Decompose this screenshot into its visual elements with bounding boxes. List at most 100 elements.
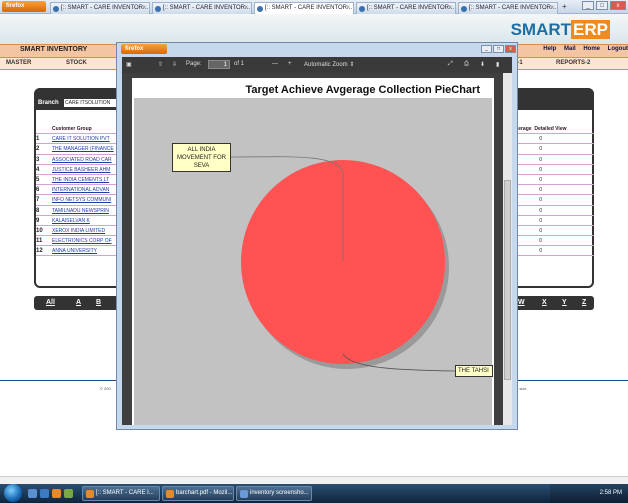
chart-title: Target Achieve Avgerage Collection PieCh… xyxy=(245,84,480,96)
tab-title: [:: SMART - CARE INVENTOR... xyxy=(163,5,251,11)
tab-icon xyxy=(461,6,467,12)
page-total: of 1 xyxy=(234,61,245,67)
next-page-icon[interactable]: ⇩ xyxy=(172,61,177,68)
table-row: 0 xyxy=(512,206,594,216)
horizontal-scrollbar[interactable] xyxy=(0,476,628,484)
letter-x-link[interactable]: X xyxy=(542,299,547,306)
clock[interactable]: 2:58 PM xyxy=(600,490,622,496)
mail-link[interactable]: Mail xyxy=(564,46,576,52)
menu-stock[interactable]: STOCK xyxy=(66,60,87,66)
popup-minimize-icon[interactable]: _ xyxy=(481,45,492,53)
letter-w-link[interactable]: W xyxy=(518,299,525,306)
table-row: 0 xyxy=(512,144,594,155)
browser-tab[interactable]: [:: SMART - CARE INVENTOR... × xyxy=(50,2,150,14)
pdf-toolbar: ▣ ⇧ ⇩ Page: 1 of 1 — + Automatic Zoom ⇕ … xyxy=(122,57,512,73)
maximize-icon[interactable]: □ xyxy=(596,1,608,10)
firefox-menu-button[interactable]: firefox xyxy=(2,1,46,12)
show-desktop-icon[interactable] xyxy=(28,489,37,498)
close-window-icon[interactable]: x xyxy=(610,1,626,10)
explorer-icon[interactable] xyxy=(64,489,73,498)
prev-page-icon[interactable]: ⇧ xyxy=(158,61,163,68)
smarterp-logo: SMART ERP xyxy=(510,20,610,39)
table-row: 6 INTERNATIONAL ADVAN xyxy=(36,185,116,196)
customer-grid: Customer Group 1 CARE IT SOLUTION PVT 2 TH… xyxy=(36,124,116,257)
page-label: Page: xyxy=(186,61,202,67)
taskbar-item[interactable]: inventory screensho... xyxy=(236,486,312,501)
browser-tab[interactable]: [:: SMART - CARE INVENTOR... × xyxy=(458,2,558,14)
popup-maximize-icon[interactable]: □ xyxy=(493,45,504,53)
bookmark-icon[interactable]: ▮ xyxy=(496,61,499,68)
table-row: 0 xyxy=(512,246,594,257)
letter-y-link[interactable]: Y xyxy=(562,299,567,306)
close-tab-icon[interactable]: × xyxy=(244,3,248,14)
tab-icon xyxy=(53,6,59,12)
grid-header: Customer Group xyxy=(36,124,116,135)
table-row: 8 TAMILNADU NEWSPRIN xyxy=(36,206,116,216)
popup-firefox-menu-button[interactable]: firefox xyxy=(121,44,167,54)
table-row: 4 JUSTICE BASHEER AHM xyxy=(36,165,116,175)
close-tab-icon[interactable]: × xyxy=(550,3,554,14)
firefox-icon xyxy=(166,490,174,498)
home-link[interactable]: Home xyxy=(583,46,600,52)
fullscreen-icon[interactable]: ⤢ xyxy=(448,61,453,68)
browser-tab[interactable]: [:: SMART - CARE INVENTOR... × xyxy=(356,2,456,14)
table-row: 1 CARE IT SOLUTION PVT xyxy=(36,134,116,145)
browser-tab-active[interactable]: [:: SMART - CARE INVENTOR... × xyxy=(254,2,354,14)
branch-label: Branch xyxy=(38,100,59,106)
close-tab-icon[interactable]: × xyxy=(346,3,350,14)
pie-label: ALL INDIA MOVEMENT FOR SEVA xyxy=(172,143,231,172)
print-icon[interactable]: ⎙ xyxy=(464,61,469,68)
minimize-icon[interactable]: _ xyxy=(582,1,594,10)
table-row: 10 XEROX INDIA LIMITED xyxy=(36,226,116,237)
zoom-in-button[interactable]: + xyxy=(288,61,292,67)
table-row: 0 xyxy=(512,185,594,196)
table-row: 9 KALAISELVAN K xyxy=(36,216,116,226)
tab-icon xyxy=(359,6,365,12)
taskbar-item[interactable]: [:: SMART - CARE I... xyxy=(82,486,160,501)
pdf-scroll-thumb[interactable] xyxy=(504,180,511,380)
pie-label: THE TAHSI xyxy=(455,365,493,377)
paint-icon xyxy=(240,490,248,498)
table-row: 0 xyxy=(512,236,594,247)
average-grid: Average Detailed View 0 0 0 0 0 0 0 0 0 … xyxy=(512,124,594,257)
table-row: 0 xyxy=(512,155,594,165)
zoom-select[interactable]: Automatic Zoom ⇕ xyxy=(304,61,354,68)
start-button[interactable] xyxy=(4,484,22,502)
menu-master[interactable]: MASTER xyxy=(6,60,31,66)
letter-z-link[interactable]: Z xyxy=(582,299,586,306)
tab-title: [:: SMART - CARE INVENTOR... xyxy=(469,5,557,11)
tab-title: [:: SMART - CARE INVENTOR... xyxy=(367,5,455,11)
zoom-out-button[interactable]: — xyxy=(272,61,278,67)
letter-b-link[interactable]: B xyxy=(96,299,101,306)
table-row: 0 xyxy=(512,226,594,237)
tab-title: [:: SMART - CARE INVENTOR... xyxy=(265,5,353,11)
table-row: 0 xyxy=(512,175,594,186)
firefox-icon[interactable] xyxy=(52,489,61,498)
popup-close-icon[interactable]: x xyxy=(505,45,516,53)
download-icon[interactable]: ⬇ xyxy=(480,61,485,68)
top-links: Help Mail Home Logout xyxy=(537,46,628,52)
tab-icon xyxy=(257,6,263,12)
ie-icon[interactable] xyxy=(40,489,49,498)
letter-a-link[interactable]: A xyxy=(76,299,81,306)
menu-reports-2[interactable]: REPORTS-2 xyxy=(556,60,590,66)
table-row: 2 THE MANAGER (FINANCE xyxy=(36,144,116,155)
letter-all-link[interactable]: All xyxy=(46,299,55,306)
tab-icon xyxy=(155,6,161,12)
firefox-icon xyxy=(86,490,94,498)
close-tab-icon[interactable]: × xyxy=(448,3,452,14)
table-row: 11 ELECTRONICS CORP OF xyxy=(36,236,116,247)
branch-select[interactable]: CARE ITSOLUTION xyxy=(64,99,116,107)
table-row: 12 ANNA UNIVERSITY xyxy=(36,246,116,257)
close-tab-icon[interactable]: × xyxy=(142,3,146,14)
help-link[interactable]: Help xyxy=(543,46,556,52)
page-number-input[interactable]: 1 xyxy=(208,60,230,69)
new-tab-button[interactable]: + xyxy=(562,2,567,11)
table-row: 3 ASSOCIATED ROAD CAR xyxy=(36,155,116,165)
logout-link[interactable]: Logout xyxy=(608,46,628,52)
table-row: 0 xyxy=(512,134,594,145)
taskbar-item[interactable]: barchart.pdf - Mozil... xyxy=(162,486,234,501)
table-row: 5 THE INDIA CEMENTS LT xyxy=(36,175,116,186)
browser-tab[interactable]: [:: SMART - CARE INVENTOR... × xyxy=(152,2,252,14)
sidebar-toggle-icon[interactable]: ▣ xyxy=(126,61,132,68)
